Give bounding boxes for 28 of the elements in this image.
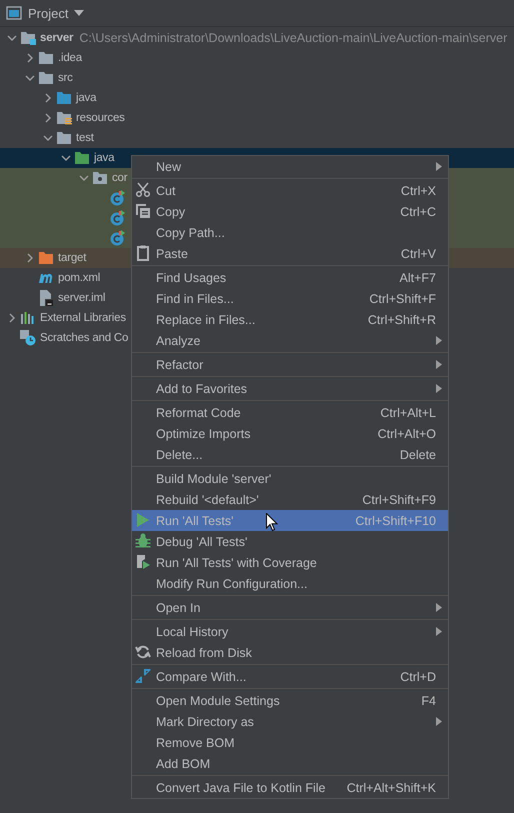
shortcut-text: Ctrl+Shift+R: [368, 312, 436, 326]
module-path: C:\Users\Administrator\Downloads\LiveAuction-main\LiveAuction-main\server: [79, 31, 508, 45]
tree-item-label: pom.xml: [58, 272, 100, 284]
shortcut-text: F4: [421, 694, 436, 708]
shortcut-text: Ctrl+D: [400, 670, 436, 684]
shortcut-text: Ctrl+Shift+F9: [362, 492, 436, 506]
shortcut-text: Ctrl+V: [400, 246, 436, 260]
tree-item-label: .idea: [58, 52, 82, 64]
tree-item-label: server.iml: [58, 292, 106, 304]
tree-item-label: cor: [112, 172, 128, 184]
shortcut-text: Ctrl+Alt+O: [378, 426, 436, 440]
tree-item-label: External Libraries: [40, 312, 126, 324]
shortcut-text: Ctrl+C: [400, 204, 436, 218]
tree-item-label: java: [76, 92, 96, 104]
tree-item-label: java: [94, 152, 114, 164]
tree-item-label: target: [58, 252, 86, 264]
shortcut-text: Delete: [400, 448, 436, 462]
shortcut-text: Ctrl+Shift+F: [369, 292, 436, 306]
tree-item-label: test: [76, 132, 94, 144]
shortcut-text: Ctrl+Alt+L: [380, 406, 436, 420]
tree-item-label: resources: [76, 112, 125, 124]
shortcut-text: Ctrl+Shift+F10: [355, 514, 436, 528]
tree-item-label: src: [58, 72, 73, 84]
tree-item-label: server: [40, 32, 74, 44]
shortcut-text: Ctrl+Alt+Shift+K: [346, 780, 436, 794]
shortcut-text: Alt+F7: [400, 270, 436, 284]
tree-item-label: Scratches and Co: [40, 332, 128, 344]
shortcut-text: Ctrl+X: [400, 184, 436, 198]
